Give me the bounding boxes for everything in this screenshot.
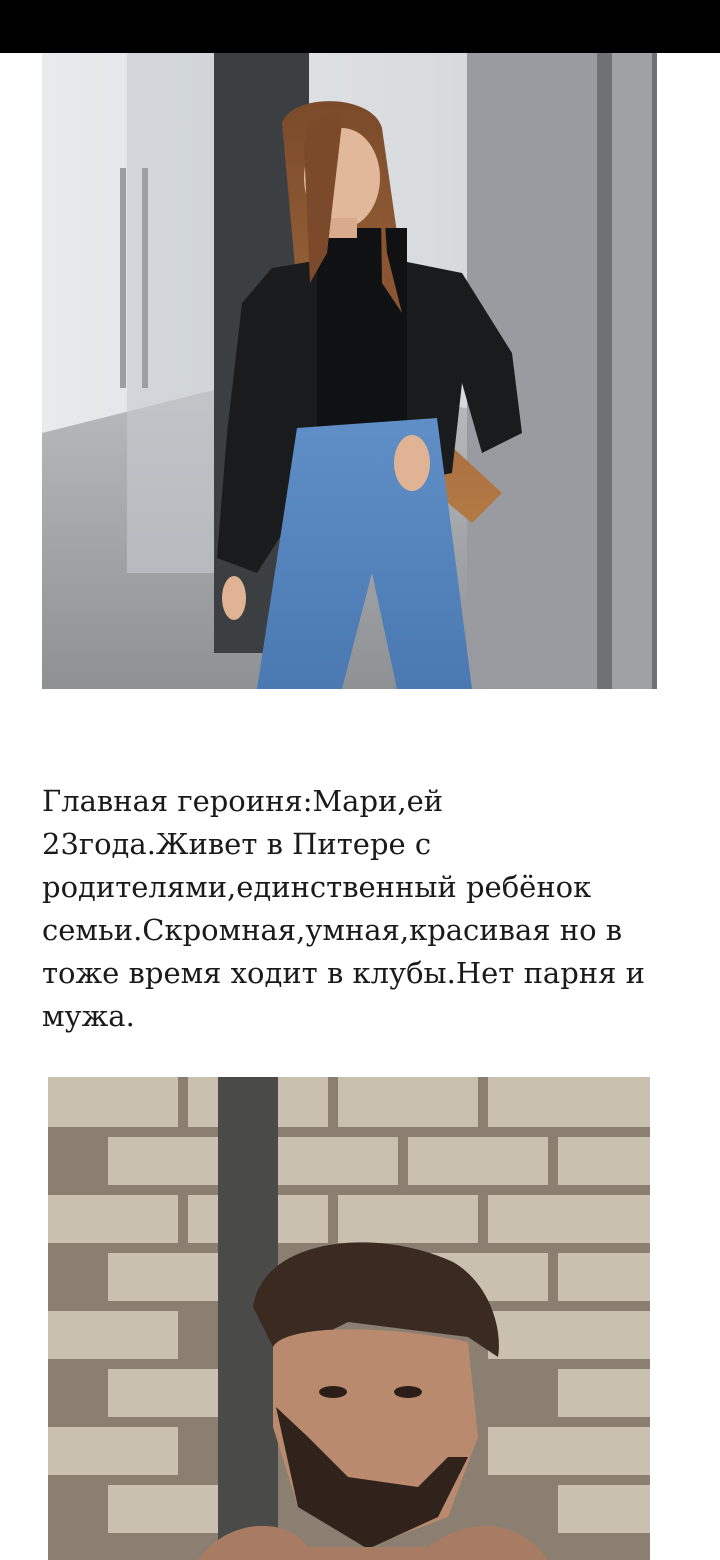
status-bar: [0, 0, 720, 53]
hero-photo[interactable]: [48, 1077, 650, 1560]
heroine-description: Главная героиня:Мари,ей 23года.Живет в П…: [42, 784, 645, 1033]
heroine-photo[interactable]: [42, 53, 657, 689]
